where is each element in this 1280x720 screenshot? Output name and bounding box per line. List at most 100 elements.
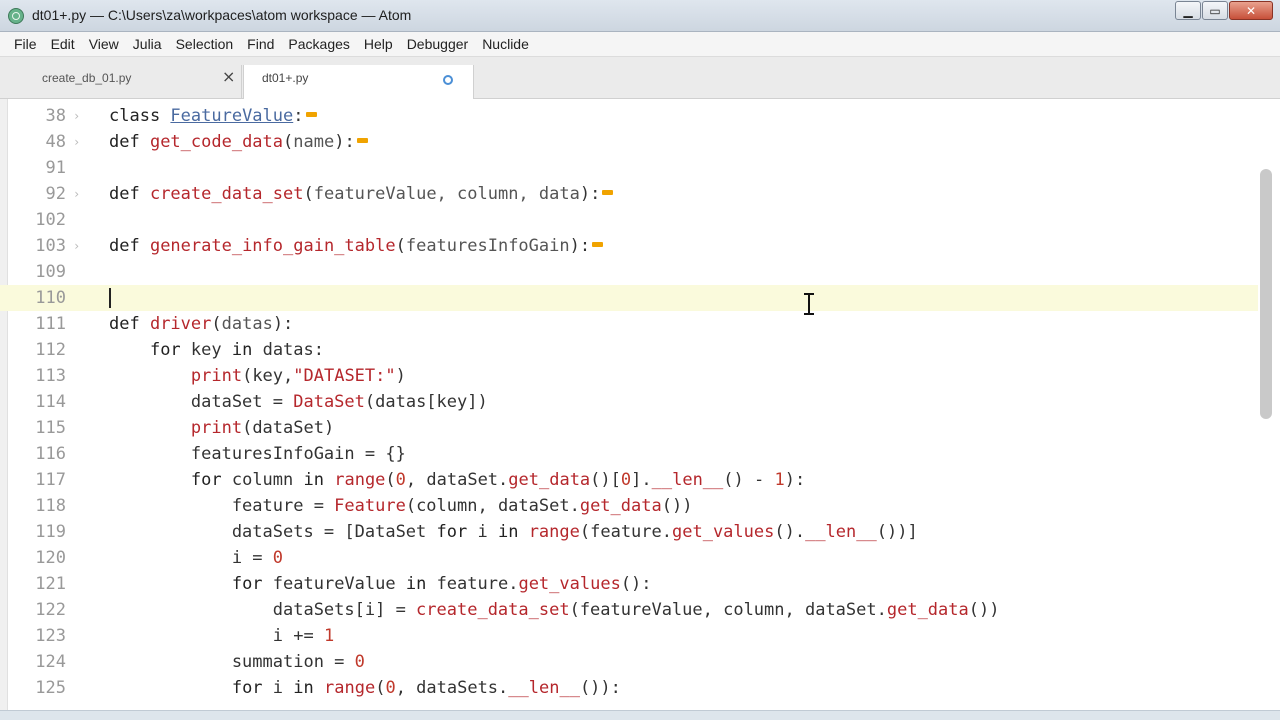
menu-julia[interactable]: Julia [126,32,169,56]
text-cursor-icon [801,292,817,316]
line-number: 109 [35,262,66,282]
menu-bar: File Edit View Julia Selection Find Pack… [0,32,1280,57]
code-line[interactable]: 112 for key in datas: [0,337,1258,363]
code-line[interactable]: 92 › def create_data_set(featureValue, col… [0,181,1258,207]
code-text: dataSet = DataSet(datas[key]) [109,392,488,412]
code-text: def get_code_data(name): [109,129,368,155]
code-line[interactable]: 115 print(dataSet) [0,415,1258,441]
code-text: for i in range(0, dataSets.__len__()): [231,678,621,698]
code-text: dataSets = [DataSet for i in range(featu… [109,522,918,542]
code-line[interactable]: 116 featuresInfoGain = {} [0,441,1258,467]
line-number: 114 [35,392,66,412]
code-line[interactable]: 103 › def generate_info_gain_table(feature… [0,233,1258,259]
menu-view[interactable]: View [82,32,126,56]
modified-dot-icon[interactable] [443,75,453,85]
line-number: 92 [45,184,66,204]
folded-code-marker-icon[interactable] [356,138,368,143]
line-number: 102 [35,210,66,230]
folded-code-marker-icon[interactable] [602,190,614,195]
fold-arrow-icon[interactable]: › [73,181,80,207]
code-line[interactable]: 122 dataSets[i] = create_data_set(featur… [0,597,1258,623]
code-line[interactable]: 110 [0,285,1258,311]
code-text: print(key,"DATASET:") [190,366,406,386]
code-text: def driver(datas): [109,314,294,334]
fold-arrow-icon[interactable]: › [73,129,80,155]
close-icon[interactable]: × [222,67,235,86]
fold-arrow-icon[interactable]: › [73,103,80,129]
title-bar: dt01+.py — C:\Users\za\workpaces\atom wo… [0,0,1280,32]
code-text: print(dataSet) [190,418,335,438]
tab-create-db-01[interactable]: create_db_01.py × [10,65,242,99]
menu-edit[interactable]: Edit [44,32,82,56]
menu-file[interactable]: File [7,32,44,56]
code-line[interactable]: 119 dataSets = [DataSet for i in range(f… [0,519,1258,545]
code-line[interactable]: 91 [0,155,1258,181]
tab-bar: create_db_01.py × dt01+.py [0,57,1280,100]
maximize-button[interactable]: ▭ [1202,1,1228,20]
line-number: 123 [35,626,66,646]
code-text: summation = 0 [109,652,365,672]
code-line[interactable]: 113 print(key,"DATASET:") [0,363,1258,389]
code-line[interactable]: 111 def driver(datas): [0,311,1258,337]
code-text: i = 0 [109,548,284,568]
line-number: 103 [35,236,66,256]
menu-find[interactable]: Find [240,32,281,56]
tab-label: create_db_01.py [42,71,132,85]
line-number: 48 [45,132,66,152]
code-line[interactable]: 125 for i in range(0, dataSets.__len__()… [0,675,1258,701]
code-line[interactable]: 114 dataSet = DataSet(datas[key]) [0,389,1258,415]
line-number: 119 [35,522,66,542]
atom-logo-icon [8,8,24,24]
close-window-button[interactable]: ✕ [1229,1,1273,20]
line-number: 113 [35,366,66,386]
vertical-scrollbar[interactable] [1260,169,1272,419]
line-number: 120 [35,548,66,568]
code-text: def generate_info_gain_table(featuresInf… [109,233,604,259]
menu-debugger[interactable]: Debugger [400,32,476,56]
code-text: featuresInfoGain = {} [109,444,406,464]
code-line[interactable]: 117 for column in range(0, dataSet.get_d… [0,467,1258,493]
code-line[interactable]: 48 › def get_code_data(name): [0,129,1258,155]
line-number: 112 [35,340,66,360]
menu-nuclide[interactable]: Nuclide [475,32,536,56]
code-text: feature = Feature(column, dataSet.get_da… [109,496,693,516]
line-number: 111 [35,314,66,334]
code-text: def create_data_set(featureValue, column… [109,181,614,207]
menu-help[interactable]: Help [357,32,400,56]
window-title: dt01+.py — C:\Users\za\workpaces\atom wo… [32,7,412,23]
tab-label: dt01+.py [262,71,309,85]
line-number: 38 [45,106,66,126]
code-line[interactable]: 109 [0,259,1258,285]
line-number: 125 [35,678,66,698]
code-editor[interactable]: 38 › class FeatureValue: 48 › def get_code_da… [0,99,1280,720]
fold-arrow-icon[interactable]: › [73,233,80,259]
minimize-button[interactable]: ▁ [1175,1,1201,20]
code-line[interactable]: 118 feature = Feature(column, dataSet.ge… [0,493,1258,519]
line-number: 91 [45,158,66,178]
code-line[interactable]: 121 for featureValue in feature.get_valu… [0,571,1258,597]
folded-code-marker-icon[interactable] [592,242,604,247]
menu-selection[interactable]: Selection [169,32,241,56]
menu-packages[interactable]: Packages [281,32,356,56]
line-number: 115 [35,418,66,438]
line-number: 110 [35,288,66,308]
line-number: 121 [35,574,66,594]
code-line[interactable]: 124 summation = 0 [0,649,1258,675]
code-line[interactable]: 38 › class FeatureValue: [0,103,1258,129]
line-number: 124 [35,652,66,672]
folded-code-marker-icon[interactable] [305,112,317,117]
line-number: 122 [35,600,66,620]
tab-dt01[interactable]: dt01+.py [243,65,474,100]
line-number: 118 [35,496,66,516]
window-controls: ▁ ▭ ✕ [1174,1,1273,20]
code-text: class FeatureValue: [109,103,317,129]
text-caret [109,288,111,308]
code-text: for key in datas: [149,340,324,360]
code-text: for featureValue in feature.get_values()… [231,574,652,594]
code-line[interactable]: 102 [0,207,1258,233]
line-number: 116 [35,444,66,464]
code-line[interactable]: 120 i = 0 [0,545,1258,571]
code-text: dataSets[i] = create_data_set(featureVal… [109,600,1000,620]
code-text: i += 1 [109,626,335,646]
code-line[interactable]: 123 i += 1 [0,623,1258,649]
